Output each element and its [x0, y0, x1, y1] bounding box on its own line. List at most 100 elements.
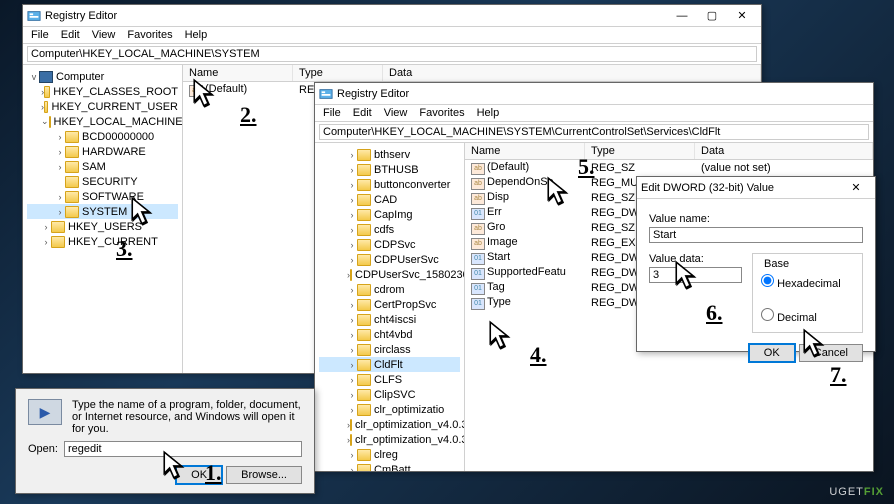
folder-icon: [357, 164, 371, 176]
menu-favorites[interactable]: Favorites: [419, 107, 464, 119]
tree-item-hkey_local_machine[interactable]: ⌄HKEY_LOCAL_MACHINE: [27, 114, 178, 129]
tree-item-hkey_current_user[interactable]: ›HKEY_CURRENT_USER: [27, 99, 178, 114]
tree-item-system[interactable]: ›SYSTEM: [27, 204, 178, 219]
minimize-button[interactable]: —: [667, 6, 697, 26]
menu-file[interactable]: File: [323, 107, 341, 119]
titlebar: Registry Editor — ▢ ✕: [23, 5, 761, 27]
address-bar: [23, 44, 761, 65]
dialog-title: Edit DWORD (32-bit) Value: [641, 182, 841, 194]
tree-root[interactable]: vComputer: [27, 69, 178, 84]
folder-icon: [357, 284, 371, 296]
close-button[interactable]: ✕: [841, 178, 871, 198]
close-button[interactable]: ✕: [727, 6, 757, 26]
radio-dec[interactable]: Decimal: [761, 308, 854, 324]
folder-icon: [350, 419, 352, 431]
tree-item-clipsvc[interactable]: ›ClipSVC: [319, 387, 460, 402]
list-item[interactable]: ab(Default)REG_SZ(value not set): [465, 160, 873, 175]
tree-item-capimg[interactable]: ›CapImg: [319, 207, 460, 222]
run-text: Type the name of a program, folder, docu…: [72, 399, 302, 435]
hex-radio[interactable]: [761, 274, 774, 287]
tree-item-hardware[interactable]: ›HARDWARE: [27, 144, 178, 159]
tree-item-cad[interactable]: ›CAD: [319, 192, 460, 207]
tree-item-software[interactable]: ›SOFTWARE: [27, 189, 178, 204]
menu-file[interactable]: File: [31, 29, 49, 41]
value-icon: ab: [471, 238, 485, 250]
tree-item-clr_optimization_v4.0.303[interactable]: ›clr_optimization_v4.0.303: [319, 417, 460, 432]
menu-favorites[interactable]: Favorites: [127, 29, 172, 41]
tree-item-security[interactable]: SECURITY: [27, 174, 178, 189]
browse-button[interactable]: Browse...: [226, 466, 302, 484]
tree-item-bthserv[interactable]: ›bthserv: [319, 147, 460, 162]
window-title: Registry Editor: [45, 10, 667, 22]
tree-item-cht4vbd[interactable]: ›cht4vbd: [319, 327, 460, 342]
tree-item-cdpsvc[interactable]: ›CDPSvc: [319, 237, 460, 252]
tree-item-certpropsvc[interactable]: ›CertPropSvc: [319, 297, 460, 312]
menu-view[interactable]: View: [384, 107, 408, 119]
folder-icon: [51, 221, 65, 233]
run-icon: ▶: [28, 399, 62, 425]
col-type[interactable]: Type: [293, 65, 383, 81]
value-icon: 01: [471, 298, 485, 310]
menu-edit[interactable]: Edit: [353, 107, 372, 119]
col-type[interactable]: Type: [585, 143, 695, 159]
tree-item-cdpusersvc_1580230[interactable]: ›CDPUserSvc_1580230: [319, 267, 460, 282]
tree-item-cdfs[interactable]: ›cdfs: [319, 222, 460, 237]
value-data-label: Value data:: [649, 253, 742, 265]
menu-help[interactable]: Help: [477, 107, 500, 119]
folder-icon: [357, 239, 371, 251]
folder-icon: [357, 389, 371, 401]
tree-item-clr_optimization_v4.0.303[interactable]: ›clr_optimization_v4.0.303: [319, 432, 460, 447]
value-name-input[interactable]: [649, 227, 863, 243]
tree-item-buttonconverter[interactable]: ›buttonconverter: [319, 177, 460, 192]
menu-view[interactable]: View: [92, 29, 116, 41]
col-name[interactable]: Name: [183, 65, 293, 81]
tree-item-cldflt[interactable]: ›CldFlt: [319, 357, 460, 372]
value-icon: 01: [471, 283, 485, 295]
tree-item-cht4iscsi[interactable]: ›cht4iscsi: [319, 312, 460, 327]
value-data-input[interactable]: [649, 267, 742, 283]
menu-help[interactable]: Help: [185, 29, 208, 41]
tree-item-clr_optimizatio[interactable]: ›clr_optimizatio: [319, 402, 460, 417]
tree-item-cdpusersvc[interactable]: ›CDPUserSvc: [319, 252, 460, 267]
dec-radio[interactable]: [761, 308, 774, 321]
folder-icon: [357, 209, 371, 221]
folder-icon: [357, 314, 371, 326]
tree-item-bcd00000000[interactable]: ›BCD00000000: [27, 129, 178, 144]
edit-dword-dialog: Edit DWORD (32-bit) Value ✕ Value name: …: [636, 176, 876, 352]
titlebar: Edit DWORD (32-bit) Value ✕: [637, 177, 875, 199]
tree-item-circlass[interactable]: ›circlass: [319, 342, 460, 357]
folder-icon: [357, 179, 371, 191]
tree-item-bthusb[interactable]: ›BTHUSB: [319, 162, 460, 177]
open-input[interactable]: [64, 441, 302, 457]
computer-icon: [39, 71, 53, 83]
ok-button[interactable]: OK: [748, 343, 796, 363]
window-title: Registry Editor: [337, 88, 869, 100]
maximize-button[interactable]: ▢: [697, 6, 727, 26]
cancel-button[interactable]: Cancel: [799, 344, 863, 362]
value-icon: 01: [471, 253, 485, 265]
folder-icon: [357, 329, 371, 341]
col-data[interactable]: Data: [383, 65, 761, 81]
ok-button[interactable]: OK: [175, 465, 223, 485]
registry-tree[interactable]: vComputer ›HKEY_CLASSES_ROOT›HKEY_CURREN…: [23, 65, 183, 373]
registry-tree[interactable]: ›bthserv›BTHUSB›buttonconverter›CAD›CapI…: [315, 143, 465, 471]
tree-item-cmbatt[interactable]: ›CmBatt: [319, 462, 460, 471]
address-bar: [315, 122, 873, 143]
folder-icon: [357, 359, 371, 371]
tree-item-cdrom[interactable]: ›cdrom: [319, 282, 460, 297]
regedit-icon: [319, 87, 333, 101]
tree-item-clreg[interactable]: ›clreg: [319, 447, 460, 462]
address-input[interactable]: [27, 46, 757, 62]
tree-item-clfs[interactable]: ›CLFS: [319, 372, 460, 387]
col-name[interactable]: Name: [465, 143, 585, 159]
tree-item-hkey_current[interactable]: ›HKEY_CURRENT: [27, 234, 178, 249]
tree-item-hkey_users[interactable]: ›HKEY_USERS: [27, 219, 178, 234]
col-data[interactable]: Data: [695, 143, 873, 159]
folder-icon: [65, 191, 79, 203]
folder-icon: [357, 374, 371, 386]
address-input[interactable]: [319, 124, 869, 140]
radio-hex[interactable]: Hexadecimal: [761, 274, 854, 290]
tree-item-sam[interactable]: ›SAM: [27, 159, 178, 174]
tree-item-hkey_classes_root[interactable]: ›HKEY_CLASSES_ROOT: [27, 84, 178, 99]
menu-edit[interactable]: Edit: [61, 29, 80, 41]
